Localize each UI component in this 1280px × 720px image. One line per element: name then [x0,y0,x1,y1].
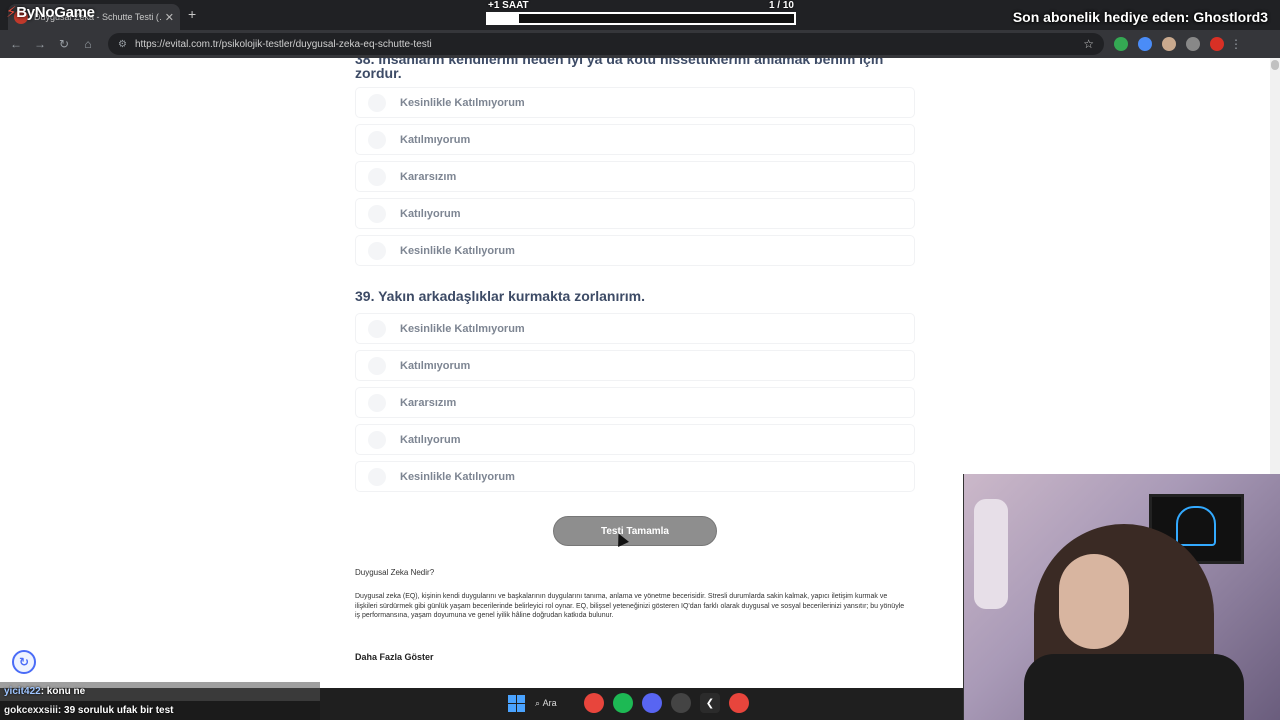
windows-start-icon[interactable] [506,693,526,713]
chat-text: : 39 soruluk ufak bir test [57,705,174,716]
option-label: Kararsızım [400,170,457,183]
webcam-overlay [963,474,1280,720]
streamer-face [1059,554,1129,649]
question-38-title: 38. İnsanların kendilerini neden iyi ya … [355,58,884,81]
option-label: Kesinlikle Katılmıyorum [400,96,525,109]
option-label: Katılmıyorum [400,133,471,146]
question-39-options: Kesinlikle Katılmıyorum Katılmıyorum Kar… [355,313,915,498]
streamer-shirt [1024,654,1244,720]
scrollbar-thumb[interactable] [1271,60,1279,70]
option-disagree[interactable]: Katılmıyorum [355,124,915,155]
forward-icon[interactable]: → [28,37,52,51]
spotify-icon[interactable] [613,693,633,713]
bolt-icon: ⚡ [6,4,17,21]
back-icon[interactable]: ← [4,37,28,51]
taskbar-search[interactable]: ⌕ Ara [535,698,575,709]
chat-username: gokcexxsiii [4,705,58,716]
extensions-puzzle-icon[interactable] [1186,37,1200,51]
question-38-options: Kesinlikle Katılmıyorum Katılmıyorum Kar… [355,87,915,272]
logo-text: ByNoGame [16,4,95,21]
option-label: Katılıyorum [400,207,461,220]
finish-test-button[interactable]: Testi Tamamla [553,516,717,546]
goal-progress-bar [486,12,796,25]
extension-audio-icon[interactable] [1138,37,1152,51]
chat-text: : konu ne [40,686,86,697]
info-heading: Duygusal Zeka Nedir? [355,568,435,577]
browser-menu-icon[interactable]: ⋮ [1224,37,1248,51]
option-label: Kesinlikle Katılıyorum [400,470,515,483]
option-label: Katılıyorum [400,433,461,446]
bookmark-star-icon[interactable]: ☆ [1083,37,1094,51]
show-more-link[interactable]: Daha Fazla Göster [355,652,434,662]
discord-icon[interactable] [642,693,662,713]
question-39-title: 39. Yakın arkadaşlıklar kurmakta zorlanı… [355,288,646,304]
microphone [974,499,1008,609]
radio-button[interactable] [368,319,386,338]
stream-logo: ⚡ByNoGame [6,3,95,21]
accessibility-widget-icon[interactable]: ↻ [12,650,36,674]
chat-username: yicit422 [4,686,41,697]
new-tab-icon[interactable]: + [188,6,196,22]
stream-goal: +1 SAAT 1 / 10 [486,0,796,25]
radio-button[interactable] [368,167,386,186]
home-icon[interactable]: ⌂ [76,37,100,51]
option-agree[interactable]: Katılıyorum [355,424,915,455]
butterfly-art [1176,506,1216,546]
address-bar[interactable]: ⚙ https://evital.com.tr/psikolojik-testl… [108,33,1104,55]
extension-cookie-icon[interactable] [1162,37,1176,51]
profile-avatar[interactable] [1210,37,1224,51]
radio-button[interactable] [368,467,386,486]
option-strongly-agree[interactable]: Kesinlikle Katılıyorum [355,235,915,266]
goal-label: +1 SAAT [488,0,529,11]
obs-icon[interactable] [671,693,691,713]
option-strongly-agree[interactable]: Kesinlikle Katılıyorum [355,461,915,492]
goal-progress-fill [488,14,519,23]
search-icon: ⌕ [535,697,541,708]
radio-button[interactable] [368,430,386,449]
app-icon[interactable]: ❮ [700,693,720,713]
option-agree[interactable]: Katılıyorum [355,198,915,229]
radio-button[interactable] [368,393,386,412]
option-label: Kesinlikle Katılıyorum [400,244,515,257]
option-label: Kararsızım [400,396,457,409]
chat-message: gokcexxsiii : 39 soruluk ufak bir test [0,701,320,720]
extension-shield-icon[interactable] [1114,37,1128,51]
url-text: https://evital.com.tr/psikolojik-testler… [134,38,432,50]
stream-chat: yicit422 : konu ne gokcexxsiii : 39 soru… [0,682,320,720]
info-paragraph: Duygusal zeka (EQ), kişinin kendi duygul… [355,593,905,619]
option-strongly-disagree[interactable]: Kesinlikle Katılmıyorum [355,87,915,118]
chrome-active-icon[interactable] [729,693,749,713]
goal-count: 1 / 10 [768,0,794,11]
option-label: Kesinlikle Katılmıyorum [400,322,525,335]
close-tab-icon[interactable]: ✕ [165,11,174,24]
reload-icon[interactable]: ↻ [52,37,76,51]
radio-button[interactable] [368,93,386,112]
option-strongly-disagree[interactable]: Kesinlikle Katılmıyorum [355,313,915,344]
radio-button[interactable] [368,130,386,149]
radio-button[interactable] [368,356,386,375]
option-label: Katılmıyorum [400,359,471,372]
radio-button[interactable] [368,241,386,260]
browser-toolbar: ← → ↻ ⌂ ⚙ https://evital.com.tr/psikoloj… [0,30,1280,58]
search-label: Ara [542,698,557,708]
radio-button[interactable] [368,204,386,223]
option-disagree[interactable]: Katılmıyorum [355,350,915,381]
site-info-icon[interactable]: ⚙ [118,39,127,50]
chrome-icon[interactable] [584,693,604,713]
option-undecided[interactable]: Kararsızım [355,387,915,418]
option-undecided[interactable]: Kararsızım [355,161,915,192]
subscription-alert: Son abonelik hediye eden: Ghostlord3 [1012,9,1268,25]
chat-message: yicit422 : konu ne [0,682,320,701]
